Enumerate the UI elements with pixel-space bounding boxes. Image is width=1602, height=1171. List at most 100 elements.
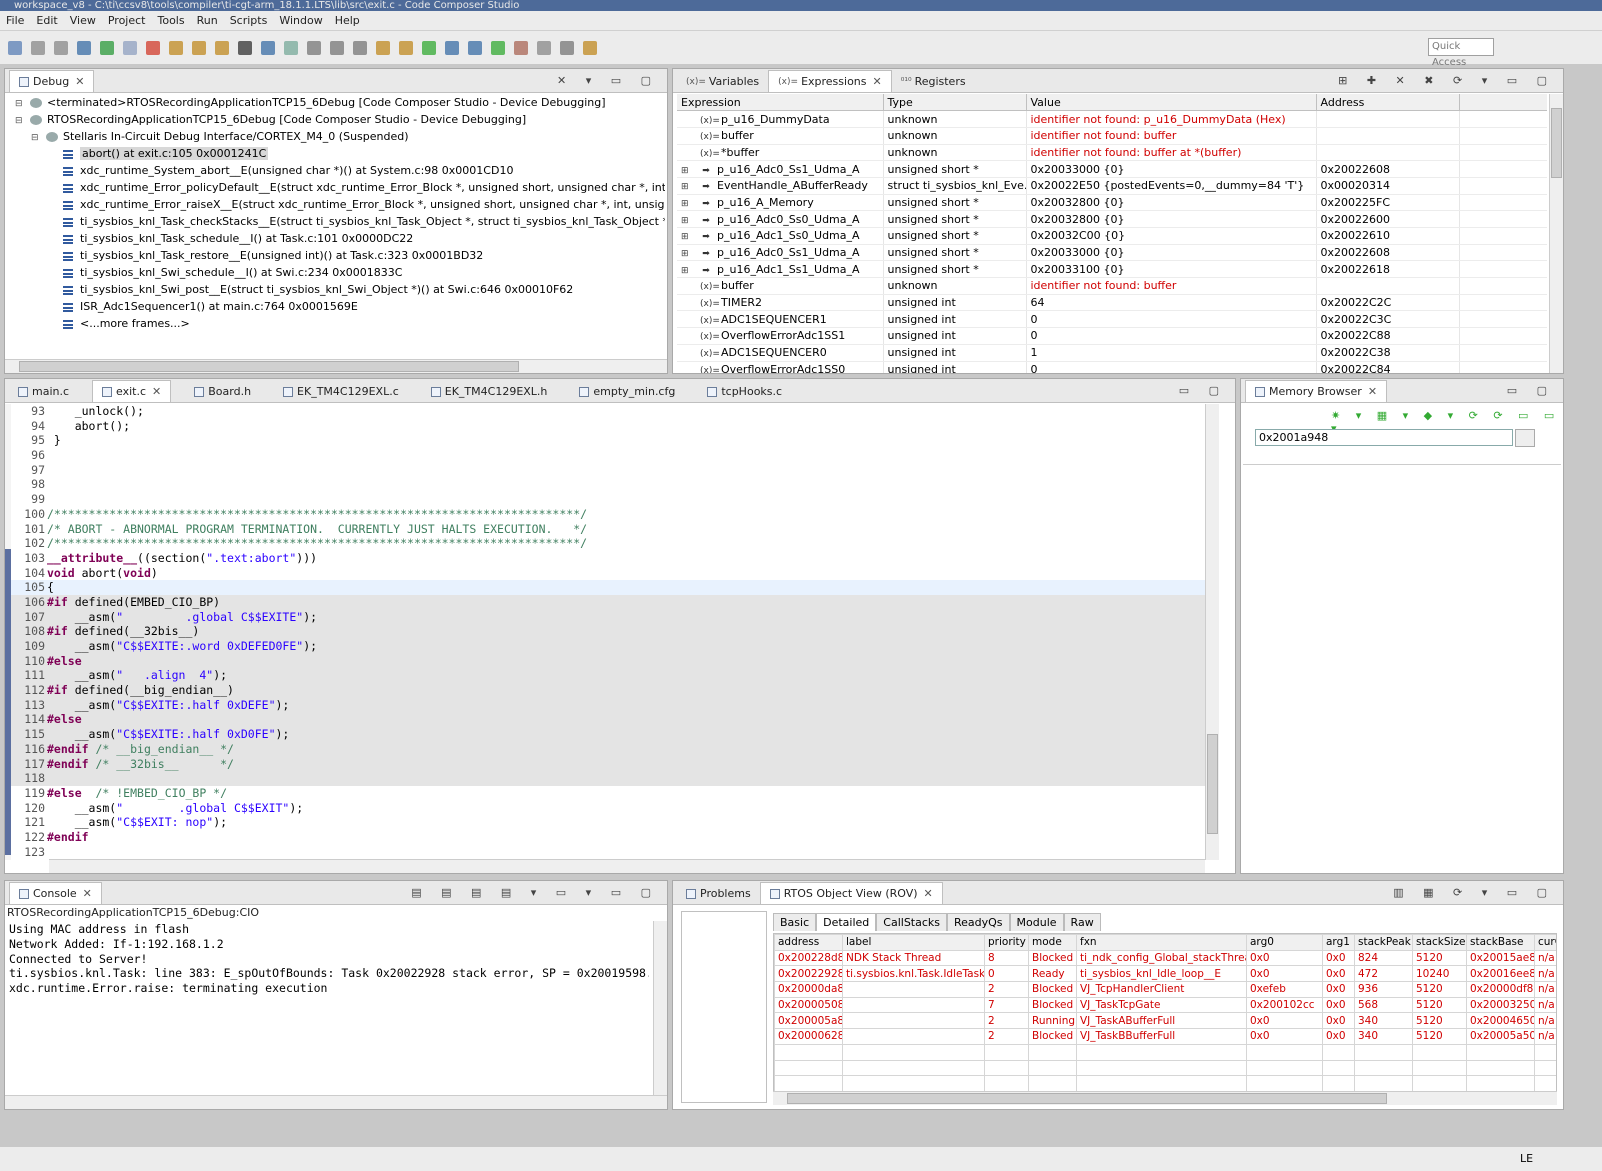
toolbar-icon-14[interactable] xyxy=(330,40,344,55)
toolbar-icon-10[interactable] xyxy=(238,40,252,55)
menu-project[interactable]: Project xyxy=(108,14,146,27)
debug-tree-item[interactable]: ti_sysbios_knl_Task_schedule__I() at Tas… xyxy=(15,230,665,247)
menu-help[interactable]: Help xyxy=(335,14,360,27)
rov-column-header[interactable]: label xyxy=(842,934,985,951)
expression-value[interactable]: identifier not found: buffer xyxy=(1026,277,1317,295)
close-icon[interactable]: ✕ xyxy=(1368,385,1377,398)
expression-row[interactable]: (x)=TIMER2 unsigned int 64 0x20022C2C xyxy=(677,294,1547,312)
debug-tree-item[interactable]: ISR_Adc1Sequencer1() at main.c:764 0x000… xyxy=(15,298,665,315)
tab-expressions[interactable]: (x)= Expressions ✕ xyxy=(768,70,892,92)
rov-column-header[interactable]: stackBase xyxy=(1466,934,1535,951)
tab-memory-browser[interactable]: Memory Browser ✕ xyxy=(1245,380,1388,402)
debug-tree-item[interactable]: xdc_runtime_Error_policyDefault__E(struc… xyxy=(15,179,665,196)
expression-value[interactable]: 0x20022E50 {postedEvents=0,__dummy=84 'T… xyxy=(1026,177,1317,195)
expression-row[interactable]: (x)=*buffer unknown identifier not found: … xyxy=(677,144,1547,162)
tab-registers[interactable]: ⁰¹⁰ Registers xyxy=(892,71,975,92)
rov-row[interactable]: 0x20000628 2 Blocked VJ_TaskBBufferFull 0x0 0… xyxy=(774,1028,1556,1045)
debug-tree-item[interactable]: ⊟ <terminated>RTOSRecordingApplicationTCP… xyxy=(15,94,665,111)
rov-column-header[interactable]: stackSize xyxy=(1412,934,1467,951)
console-horizontal-scrollbar[interactable] xyxy=(5,1095,667,1109)
go-button[interactable] xyxy=(1515,429,1535,447)
close-icon[interactable]: ✕ xyxy=(152,385,161,398)
toolbar-icon-6[interactable] xyxy=(146,40,160,55)
rov-subtab-module[interactable]: Module xyxy=(1009,913,1064,931)
debug-tree-item[interactable]: xdc_runtime_System_abort__E(unsigned cha… xyxy=(15,162,665,179)
expression-row[interactable]: ⊞ ➡ EventHandle_ABufferReady struct ti_sysb… xyxy=(677,177,1547,195)
toolbar-icon-23[interactable] xyxy=(537,40,551,55)
tree-toggle-icon[interactable]: ⊟ xyxy=(31,130,41,147)
debug-tree-item[interactable]: ti_sysbios_knl_Task_restore__E(unsigned … xyxy=(15,247,665,264)
close-icon[interactable]: ✕ xyxy=(75,75,84,88)
expression-row[interactable]: ⊞ ➡ p_u16_A_Memory unsigned short * 0x200328… xyxy=(677,194,1547,212)
tab-debug[interactable]: Debug ✕ xyxy=(9,70,95,92)
expand-icon[interactable]: ⊞ xyxy=(681,182,695,192)
toolbar-icon-11[interactable] xyxy=(261,40,275,55)
editor-controls[interactable]: ▭ ▢ xyxy=(1179,384,1227,397)
editor-tab-empty-min-cfg[interactable]: empty_min.cfg xyxy=(570,381,684,402)
expression-value[interactable]: 0x20032C00 {0} xyxy=(1026,227,1317,245)
rov-controls[interactable]: ▥ ▦ ⟳ ▾ ▭ ▢ xyxy=(1393,886,1555,899)
menu-file[interactable]: File xyxy=(6,14,24,27)
editor-tab-main-c[interactable]: main.c xyxy=(9,381,78,402)
rov-subtab-readyqs[interactable]: ReadyQs xyxy=(947,913,1010,931)
editor-tab-ek-tm4c129exl-h[interactable]: EK_TM4C129EXL.h xyxy=(422,381,557,402)
rov-column-header[interactable]: priority xyxy=(984,934,1029,951)
close-icon[interactable]: ✕ xyxy=(924,887,933,900)
menu-scripts[interactable]: Scripts xyxy=(230,14,268,27)
editor-tab-tcphooks-c[interactable]: tcpHooks.c xyxy=(698,381,791,402)
expression-value[interactable]: identifier not found: p_u16_DummyData (H… xyxy=(1026,110,1317,128)
toolbar-icon-3[interactable] xyxy=(77,40,91,55)
rov-horizontal-scrollbar[interactable] xyxy=(773,1091,1557,1105)
vertical-scrollbar[interactable] xyxy=(1549,94,1563,373)
toolbar-icon-8[interactable] xyxy=(192,40,206,55)
expression-row[interactable]: (x)=p_u16_DummyData unknown identifier not… xyxy=(677,110,1547,128)
expression-row[interactable]: ⊞ ➡ p_u16_Adc1_Ss1_Udma_A unsigned short * 0… xyxy=(677,260,1547,279)
menu-edit[interactable]: Edit xyxy=(36,14,57,27)
code-editor[interactable]: 93 _unlock(); 94 abort(); 95 } 96 97 98 99 100/… xyxy=(11,404,1211,860)
tab-variables[interactable]: (x)= Variables xyxy=(677,71,768,92)
expression-row[interactable]: ⊞ ➡ p_u16_Adc1_Ss0_Udma_A unsigned short * 0… xyxy=(677,227,1547,245)
column-header[interactable]: Expression xyxy=(677,94,884,112)
console-output[interactable]: Using MAC address in flash Network Added:… xyxy=(9,922,649,996)
expression-value[interactable]: 0x20033000 {0} xyxy=(1026,160,1317,178)
toolbar-icon-7[interactable] xyxy=(169,40,183,55)
expression-row[interactable]: ⊞ ➡ p_u16_Adc0_Ss1_Udma_A unsigned short * 0… xyxy=(677,244,1547,262)
editor-tab-board-h[interactable]: Board.h xyxy=(185,381,260,402)
toolbar-icon-22[interactable] xyxy=(514,40,528,55)
quick-access-input[interactable]: Quick Access xyxy=(1428,38,1494,68)
menu-tools[interactable]: Tools xyxy=(157,14,184,27)
toolbar-icon-5[interactable] xyxy=(123,40,137,55)
rov-column-header[interactable]: fxn xyxy=(1076,934,1247,951)
expression-value[interactable]: 1 xyxy=(1026,344,1317,362)
rov-column-header[interactable]: arg1 xyxy=(1322,934,1355,951)
expression-value[interactable]: 64 xyxy=(1026,294,1317,312)
rov-row[interactable]: 0x20000da8 2 Blocked VJ_TcpHandlerClient 0xe… xyxy=(774,981,1556,998)
rov-subtab-raw[interactable]: Raw xyxy=(1063,913,1101,931)
toolbar-icon-21[interactable] xyxy=(491,40,505,55)
rov-column-header[interactable]: stackPeak xyxy=(1354,934,1413,951)
expand-icon[interactable]: ⊞ xyxy=(681,199,695,209)
toolbar-icon-0[interactable] xyxy=(8,40,22,55)
editor-tab-exit-c[interactable]: exit.c ✕ xyxy=(92,380,172,402)
expression-row[interactable]: (x)=OverflowErrorAdc1SS1 unsigned int 0 0x2… xyxy=(677,327,1547,345)
horizontal-scrollbar[interactable] xyxy=(5,359,667,373)
editor-horizontal-scrollbar[interactable] xyxy=(49,859,1205,873)
debug-tree-item[interactable]: <...more frames...> xyxy=(15,315,665,332)
column-header[interactable]: Address xyxy=(1316,94,1460,112)
editor-vertical-scrollbar[interactable] xyxy=(1205,404,1219,860)
expression-value[interactable]: 0 xyxy=(1026,327,1317,345)
rov-row[interactable]: 0x20000508 7 Blocked VJ_TaskTcpGate 0x200102… xyxy=(774,996,1556,1014)
menu-view[interactable]: View xyxy=(70,14,96,27)
toolbar-icon-19[interactable] xyxy=(445,40,459,55)
expression-value[interactable]: identifier not found: buffer xyxy=(1026,127,1317,145)
expression-value[interactable]: 0 xyxy=(1026,310,1317,329)
expression-row[interactable]: ⊞ ➡ p_u16_Adc0_Ss0_Udma_A unsigned short * 0… xyxy=(677,210,1547,228)
console-vertical-scrollbar[interactable] xyxy=(653,921,667,1095)
column-header[interactable]: Type xyxy=(883,94,1027,112)
console-controls[interactable]: ▤ ▤ ▤ ▤ ▾ ▭ ▾ ▭ ▢ xyxy=(411,886,659,899)
expression-row[interactable]: (x)=OverflowErrorAdc1SS0 unsigned int 0 0x2… xyxy=(677,361,1547,373)
toolbar-icon-18[interactable] xyxy=(422,40,436,55)
expression-value[interactable]: 0 xyxy=(1026,361,1317,373)
memory-address-input[interactable]: 0x2001a948 xyxy=(1255,429,1513,446)
expand-icon[interactable]: ⊞ xyxy=(681,216,695,226)
